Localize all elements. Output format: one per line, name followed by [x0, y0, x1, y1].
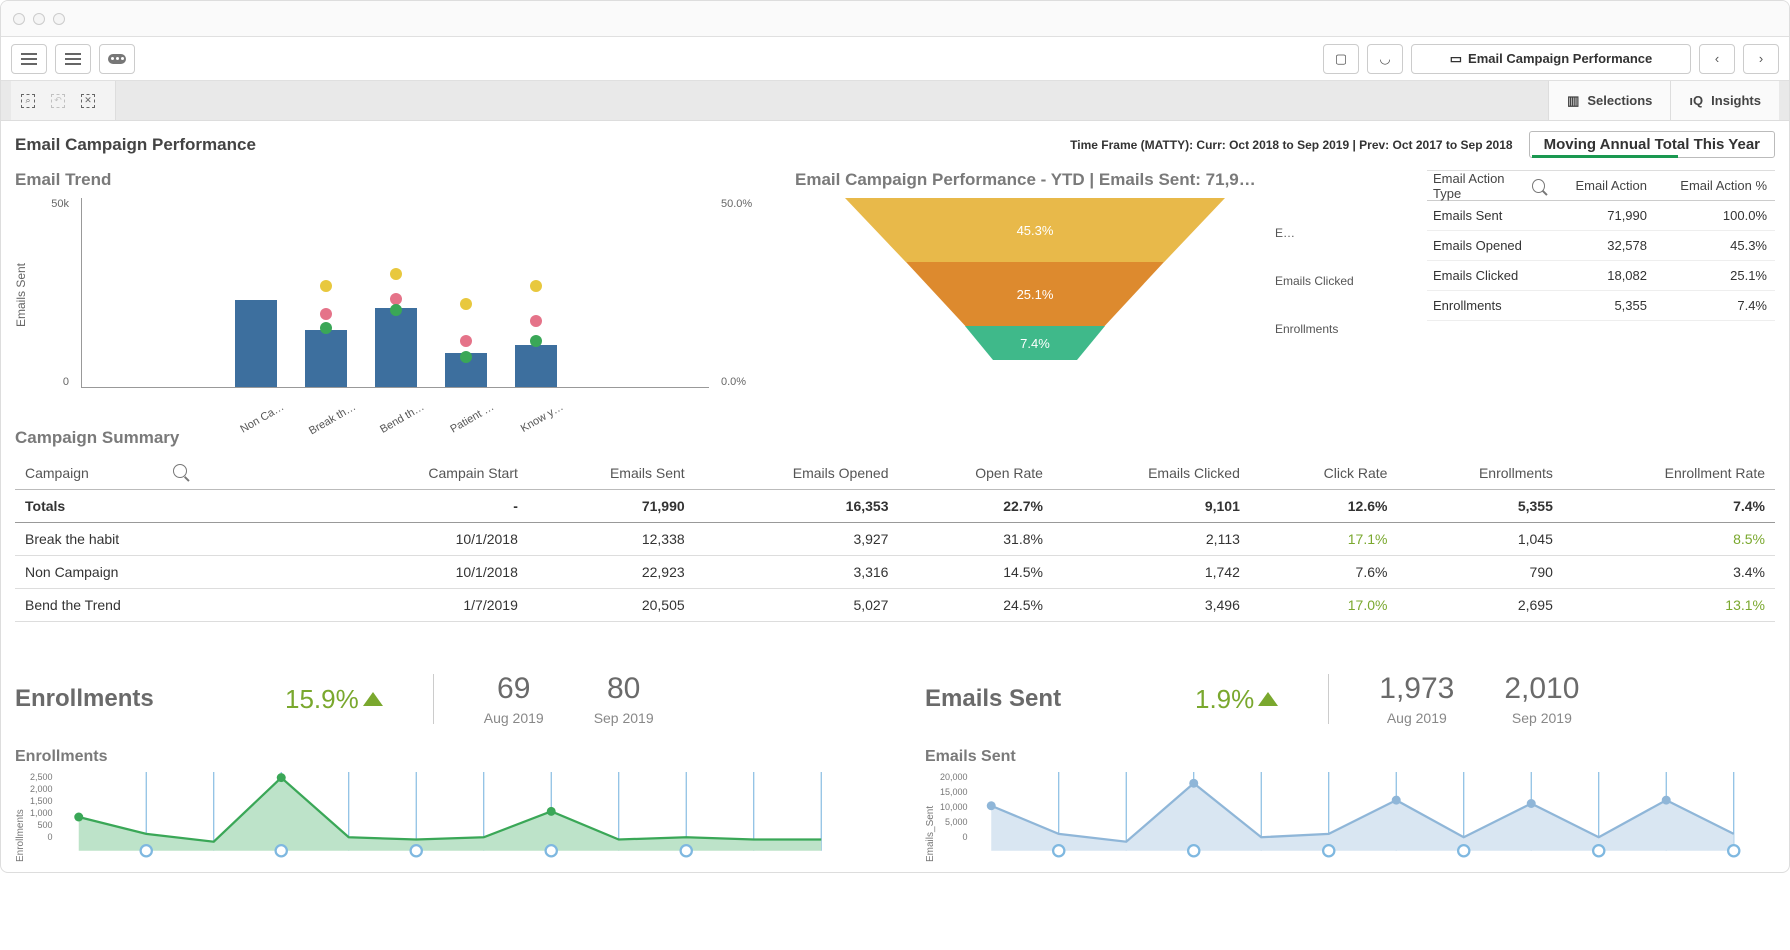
prev-sheet-button[interactable]: ‹ [1699, 44, 1735, 74]
table-row: Break the habit10/1/201812,3383,92731.8%… [15, 523, 1775, 556]
email-trend-title: Email Trend [15, 170, 775, 190]
chevron-left-icon: ‹ [1715, 51, 1719, 66]
mini-chart-title: Enrollments [15, 748, 865, 766]
up-arrow-icon [363, 692, 383, 706]
timeframe-label: Time Frame (MATTY): Curr: Oct 2018 to Se… [1070, 138, 1512, 152]
kpi-title: Enrollments [15, 685, 235, 713]
table-row: Enrollments5,3557.4% [1427, 291, 1775, 321]
next-sheet-button[interactable]: › [1743, 44, 1779, 74]
funnel-chart[interactable]: 45.3% 25.1% 7.4% [795, 198, 1275, 398]
bookmark-icon: ◡ [1379, 51, 1390, 67]
kpi-delta: 15.9% [285, 684, 383, 715]
emails-sent-line-chart[interactable] [972, 772, 1775, 862]
y2-tick: 50.0% [721, 198, 775, 210]
bar-chart-plot[interactable]: Non Ca… Break th… Bend th… Patient … [81, 198, 709, 388]
table-row: Emails Sent71,990100.0% [1427, 201, 1775, 231]
campaign-summary-title: Campaign Summary [15, 428, 1775, 448]
table-row: Non Campaign10/1/201822,9233,31614.5%1,7… [15, 556, 1775, 589]
email-trend-panel: Email Trend Emails Sent 50k 0 Non Ca… Br… [15, 170, 775, 398]
funnel-title: Email Campaign Performance - YTD | Email… [795, 170, 1415, 190]
search-icon[interactable] [1532, 179, 1545, 193]
hamburger-icon [65, 53, 81, 65]
table-row: Emails Clicked18,08225.1% [1427, 261, 1775, 291]
smart-search-icon[interactable]: ⌕ [21, 94, 35, 108]
minimize-icon[interactable] [33, 13, 45, 25]
more-icon [108, 54, 126, 64]
menu-button-2[interactable] [55, 44, 91, 74]
y-tick: 50k [15, 198, 69, 210]
page-title: Email Campaign Performance [15, 135, 256, 155]
sheet-content: Email Campaign Performance Time Frame (M… [1, 121, 1789, 872]
table-row: Bend the Trend1/7/201920,5055,02724.5%3,… [15, 589, 1775, 622]
menu-button-1[interactable] [11, 44, 47, 74]
sheet-selector[interactable]: ▭ Email Campaign Performance [1411, 44, 1691, 74]
enrollments-kpi: Enrollments 15.9% 69Aug 2019 80Sep 2019 … [15, 672, 865, 862]
up-arrow-icon [1258, 692, 1278, 706]
chevron-right-icon: › [1759, 51, 1763, 66]
emails-sent-kpi: Emails Sent 1.9% 1,973Aug 2019 2,010Sep … [925, 672, 1775, 862]
email-action-table[interactable]: Email Action Type Email Action Email Act… [1427, 170, 1775, 398]
y-tick: 0 [15, 376, 69, 388]
window-controls [13, 13, 65, 25]
kpi-delta: 1.9% [1195, 684, 1278, 715]
insights-button[interactable]: ıQ Insights [1670, 81, 1779, 120]
bookmark-button[interactable]: ◡ [1367, 44, 1403, 74]
campaign-summary-table[interactable]: Campaign Campain StartEmails SentEmails … [15, 456, 1775, 622]
table-row: Emails Opened32,57845.3% [1427, 231, 1775, 261]
sheet-label: Email Campaign Performance [1468, 51, 1652, 66]
main-toolbar: ▢ ◡ ▭ Email Campaign Performance ‹ › [1, 37, 1789, 81]
app-window: ▢ ◡ ▭ Email Campaign Performance ‹ › ⌕ ↶… [0, 0, 1790, 873]
search-icon[interactable] [173, 464, 187, 478]
sheet-icon: ▭ [1450, 51, 1462, 67]
mini-chart-title: Emails Sent [925, 748, 1775, 766]
totals-row: Totals-71,990 16,35322.7%9,101 12.6%5,35… [15, 490, 1775, 523]
y2-tick: 0.0% [721, 376, 775, 388]
present-button[interactable]: ▢ [1323, 44, 1359, 74]
selections-icon: ▥ [1567, 93, 1579, 109]
more-options-button[interactable] [99, 44, 135, 74]
window-titlebar [1, 1, 1789, 37]
funnel-legend: E… Emails Clicked Enrollments [1275, 198, 1415, 398]
kpi-title: Emails Sent [925, 685, 1145, 713]
maximize-icon[interactable] [53, 13, 65, 25]
clear-selections-icon[interactable]: ✕ [81, 94, 95, 108]
mini-ylabel: Enrollments [15, 772, 26, 862]
selections-tool-button[interactable]: ▥ Selections [1548, 81, 1670, 120]
hamburger-icon [21, 53, 37, 65]
y-axis-label: Emails Sent [14, 263, 28, 327]
step-back-icon[interactable]: ↶ [51, 94, 65, 108]
selection-bar: ⌕ ↶ ✕ ▥ Selections ıQ Insights [1, 81, 1789, 121]
close-icon[interactable] [13, 13, 25, 25]
monitor-icon: ▢ [1335, 51, 1347, 67]
kpi-period-tab[interactable]: Moving Annual Total This Year [1529, 131, 1775, 158]
insights-icon: ıQ [1689, 93, 1703, 108]
enrollments-line-chart[interactable] [57, 772, 865, 862]
mini-ylabel: Emails_Sent [925, 772, 936, 862]
